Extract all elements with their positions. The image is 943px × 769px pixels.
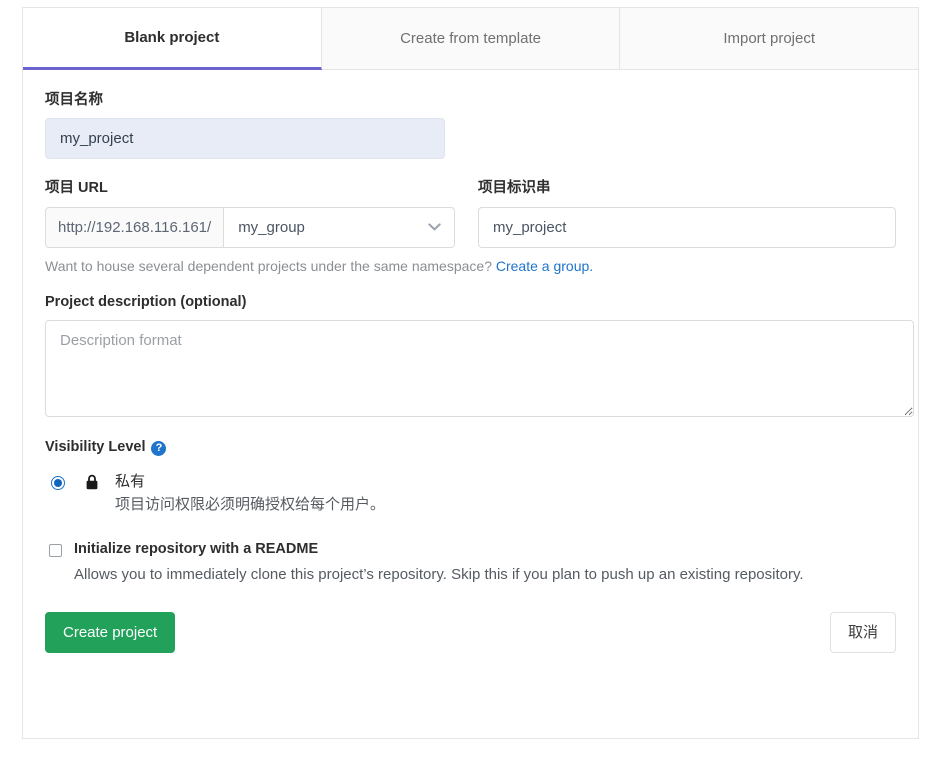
tab-blank-project[interactable]: Blank project: [23, 8, 322, 70]
visibility-level-label: Visibility Level: [45, 439, 146, 456]
project-description-textarea[interactable]: [45, 320, 914, 418]
new-project-page: Blank project Create from template Impor…: [0, 0, 943, 769]
create-a-group-link[interactable]: Create a group.: [496, 258, 593, 274]
chevron-down-icon: [428, 223, 441, 231]
project-name-field-group: 项目名称: [45, 92, 896, 160]
visibility-private-radio[interactable]: [51, 475, 65, 490]
initialize-readme-checkbox[interactable]: [49, 544, 62, 557]
initialize-readme-description: Allows you to immediately clone this pro…: [74, 565, 804, 583]
namespace-hint-text: Want to house several dependent projects…: [45, 257, 492, 274]
tab-import-project[interactable]: Import project: [620, 8, 919, 70]
project-url-label: 项目 URL: [45, 180, 108, 197]
initialize-readme-label: Initialize repository with a README: [74, 541, 319, 557]
project-url-field-group: 项目 URL http://192.168.116.161/ my_group: [45, 180, 478, 248]
new-project-card: Blank project Create from template Impor…: [22, 7, 919, 739]
namespace-select[interactable]: my_group: [224, 206, 455, 248]
project-source-tabs: Blank project Create from template Impor…: [23, 8, 919, 70]
project-slug-input[interactable]: [478, 206, 896, 248]
visibility-option-private[interactable]: 私有 项目访问权限必须明确授权给每个用户。: [45, 471, 896, 516]
project-name-input[interactable]: [45, 118, 445, 160]
form-actions: Create project 取消: [45, 612, 896, 654]
project-url-input-group: http://192.168.116.161/ my_group: [45, 206, 455, 248]
url-and-slug-row: 项目 URL http://192.168.116.161/ my_group: [45, 180, 896, 248]
project-description-field-group: Project description (optional): [45, 293, 914, 418]
namespace-selected-value: my_group: [238, 218, 305, 236]
tab-create-from-template[interactable]: Create from template: [321, 8, 621, 70]
lock-icon: [85, 474, 99, 490]
visibility-private-text: 私有 项目访问权限必须明确授权给每个用户。: [115, 471, 896, 516]
new-project-form: 项目名称 项目 URL http://192.168.116.161/ my_g…: [23, 70, 918, 654]
visibility-level-header: Visibility Level ?: [45, 439, 896, 456]
project-slug-field-group: 项目标识串: [478, 180, 896, 248]
create-project-button[interactable]: Create project: [45, 612, 176, 654]
initialize-readme-section[interactable]: Initialize repository with a README Allo…: [45, 540, 896, 586]
tab-import-project-label: Import project: [723, 30, 816, 47]
namespace-hint: Want to house several dependent projects…: [45, 257, 896, 275]
project-description-label: Project description (optional): [45, 293, 247, 310]
question-circle-icon[interactable]: ?: [151, 440, 167, 456]
visibility-level-section: Visibility Level ? 私有 项目访问权限必须明确授权给每个用户。: [45, 439, 896, 516]
project-slug-label: 项目标识串: [478, 180, 551, 197]
project-url-prefix: http://192.168.116.161/: [45, 206, 225, 248]
initialize-readme-text: Initialize repository with a README Allo…: [74, 540, 879, 586]
visibility-private-description: 项目访问权限必须明确授权给每个用户。: [115, 495, 386, 513]
tab-blank-project-label: Blank project: [124, 29, 220, 46]
tab-create-from-template-label: Create from template: [400, 30, 541, 47]
project-name-label: 项目名称: [45, 92, 103, 108]
visibility-private-title: 私有: [115, 472, 146, 490]
cancel-button[interactable]: 取消: [829, 612, 896, 654]
